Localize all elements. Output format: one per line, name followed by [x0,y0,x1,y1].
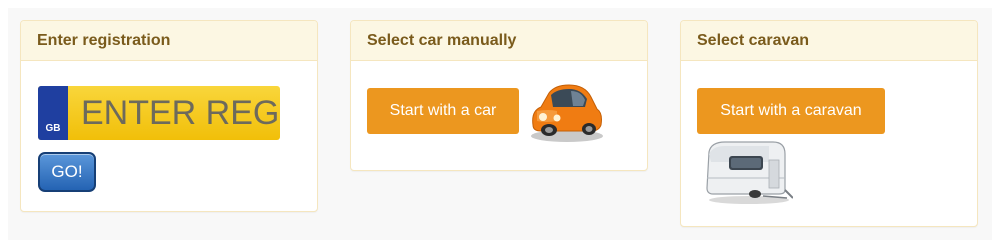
select-car-panel-heading: Select car manually [351,21,647,61]
caravan-icon [706,141,793,204]
registration-input[interactable] [68,86,280,140]
select-caravan-panel: Select caravan Start with a caravan [680,20,978,227]
plate-country-code: GB [45,123,61,134]
registration-panel-heading: Enter registration [21,21,317,61]
registration-plate: GB [38,86,280,140]
car-icon [531,84,603,142]
registration-panel: Enter registration GB GO! [20,20,318,212]
go-button[interactable]: GO! [38,152,96,192]
select-car-panel: Select car manually Start with a car [350,20,648,171]
start-with-car-button[interactable]: Start with a car [367,88,519,134]
select-caravan-panel-heading: Select caravan [681,21,977,61]
start-with-caravan-button[interactable]: Start with a caravan [697,88,885,134]
page-background: Enter registration GB GO! Select car man… [8,8,992,240]
